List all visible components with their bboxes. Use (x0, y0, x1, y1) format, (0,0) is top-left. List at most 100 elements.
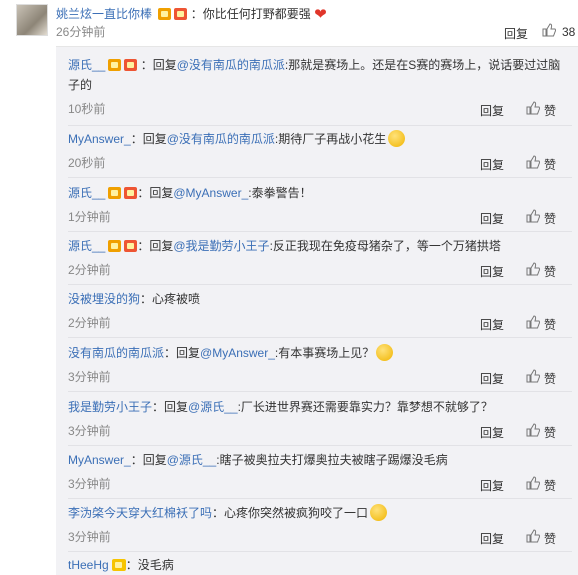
reply-time: 20秒前 (68, 156, 106, 170)
reply-text: :瞎子被奥拉夫打爆奥拉夫被瞎子踢爆没毛病 (216, 453, 448, 467)
reply-username[interactable]: 李沩棨今天穿大红棉袄了吗 (68, 506, 212, 520)
member-badge-icon (174, 8, 188, 20)
thumbs-up-icon (526, 155, 540, 169)
mention-link[interactable]: @源氏__ (188, 400, 238, 414)
like-label: 赞 (544, 479, 557, 493)
list-item: 没有南瓜的南瓜派：回复@MyAnswer_:有本事赛场上见？ 3分钟前 回复 赞 (68, 343, 572, 392)
mention-link[interactable]: @MyAnswer_ (173, 186, 248, 200)
smile-emoji-icon (376, 344, 394, 361)
reply-button[interactable]: 回复 (480, 530, 504, 547)
vip-badge-icon (108, 240, 122, 252)
reply-username[interactable]: 源氏__ (68, 239, 105, 253)
divider (68, 337, 572, 338)
reply-button[interactable]: 回复 (480, 102, 504, 119)
like-label: 赞 (544, 426, 557, 440)
member-badge-icon (124, 187, 138, 199)
list-item: 李沩棨今天穿大红棉袄了吗：心疼你突然被疯狗咬了一口 3分钟前 回复 赞 (68, 503, 572, 552)
list-item: tHeeHg ：没毛病 (68, 555, 572, 575)
reply-text: :反正我现在免疫母猪杂了，等一个万猪拱塔 (269, 239, 501, 253)
thumbs-up-icon (526, 369, 540, 383)
list-item: MyAnswer_：回复@源氏__:瞎子被奥拉夫打爆奥拉夫被瞎子踢爆没毛病 3分… (68, 450, 572, 499)
like-label: 赞 (544, 372, 557, 386)
like-button[interactable]: 赞 (526, 101, 556, 118)
reply-button[interactable]: 回复 (480, 370, 504, 387)
like-button[interactable]: 赞 (526, 155, 556, 172)
mention-link[interactable]: @我是勤劳小王子 (173, 239, 269, 253)
reply-text: :有本事赛场上见？ (274, 346, 375, 360)
reply-time: 2分钟前 (68, 263, 111, 277)
wealth-badge-icon (111, 559, 126, 571)
like-label: 赞 (544, 532, 557, 546)
smile-emoji-icon (370, 504, 388, 521)
reply-button[interactable]: 回复 (480, 477, 504, 494)
divider (68, 498, 572, 499)
comment-username[interactable]: 姚兰炫一直比你棒 (56, 7, 152, 21)
reply-prefix: ：回复 (164, 346, 201, 360)
comment-time: 26分钟前 (56, 25, 106, 39)
reply-username[interactable]: tHeeHg (68, 558, 109, 572)
reply-time: 1分钟前 (68, 210, 111, 224)
reply-button[interactable]: 回复 (480, 156, 504, 173)
reply-text: ：没毛病 (125, 558, 174, 572)
like-button[interactable]: 赞 (526, 369, 556, 386)
mention-link[interactable]: @源氏__ (167, 453, 217, 467)
reply-prefix: ：回复 (130, 453, 167, 467)
thumbs-up-icon (526, 209, 540, 223)
replies-panel: 源氏__ ：回复@没有南瓜的南瓜派:那就是赛场上。还是在S赛的赛场上，说话要过过… (56, 46, 578, 575)
reply-time: 2分钟前 (68, 316, 111, 330)
mention-link[interactable]: @没有南瓜的南瓜派 (177, 58, 285, 72)
avatar[interactable] (16, 4, 48, 36)
reply-username[interactable]: 我是勤劳小王子 (68, 400, 152, 414)
reply-button[interactable]: 回复 (480, 263, 504, 280)
thumbs-up-icon (526, 423, 540, 437)
comment-text: ：你比任何打野都要强 (190, 7, 311, 21)
list-item: 我是勤劳小王子：回复@源氏__:厂长进世界赛还需要靠实力？靠梦想不就够了？ 3分… (68, 397, 572, 446)
mention-link[interactable]: @没有南瓜的南瓜派 (167, 132, 275, 146)
divider (68, 551, 572, 552)
reply-time: 3分钟前 (68, 424, 111, 438)
thumbs-up-icon (526, 529, 540, 543)
reply-button[interactable]: 回复 (480, 316, 504, 333)
reply-username[interactable]: 源氏__ (68, 186, 105, 200)
member-badge-icon (124, 240, 138, 252)
member-badge-icon (124, 59, 138, 71)
list-item: 源氏__ ：回复@没有南瓜的南瓜派:那就是赛场上。还是在S赛的赛场上，说话要过过… (68, 55, 572, 126)
laugh-emoji-icon (388, 130, 406, 147)
divider (68, 125, 572, 126)
like-label: 赞 (544, 212, 557, 226)
like-button[interactable]: 赞 (526, 315, 556, 332)
divider (68, 177, 572, 178)
list-item: 源氏__ ：回复@MyAnswer_:泰拳警告！ 1分钟前 回复 赞 (68, 183, 572, 232)
vip-badge-icon (108, 59, 122, 71)
like-label: 赞 (544, 104, 557, 118)
divider (68, 231, 572, 232)
list-item: MyAnswer_：回复@没有南瓜的南瓜派:期待厂子再战小花生 20秒前 回复 … (68, 129, 572, 178)
like-button[interactable]: 赞 (526, 423, 556, 440)
thumbs-up-icon (526, 315, 540, 329)
like-label: 赞 (544, 158, 557, 172)
reply-prefix: ：回复 (137, 239, 174, 253)
reply-button[interactable]: 回复 (480, 210, 504, 227)
reply-username[interactable]: MyAnswer_ (68, 132, 131, 146)
like-count: 38 (562, 25, 576, 39)
like-button[interactable]: 38 (536, 22, 578, 40)
reply-username[interactable]: 没有南瓜的南瓜派 (68, 346, 164, 360)
reply-username[interactable]: 源氏__ (68, 58, 105, 72)
reply-time: 3分钟前 (68, 370, 111, 384)
like-button[interactable]: 赞 (526, 262, 556, 279)
reply-button[interactable]: 回复 (480, 424, 504, 441)
reply-button[interactable]: 回复 (504, 25, 528, 42)
like-button[interactable]: 赞 (526, 476, 556, 493)
like-button[interactable]: 赞 (526, 209, 556, 226)
thumbs-up-icon (526, 476, 540, 490)
reply-prefix: ：回复 (130, 132, 167, 146)
reply-text: :泰拳警告！ (248, 186, 312, 200)
mention-link[interactable]: @MyAnswer_ (200, 346, 275, 360)
like-button[interactable]: 赞 (526, 529, 556, 546)
reply-username[interactable]: 没被埋没的狗 (68, 292, 140, 306)
list-item: 源氏__ ：回复@我是勤劳小王子:反正我现在免疫母猪杂了，等一个万猪拱塔 2分钟前… (68, 236, 572, 285)
reply-time: 10秒前 (68, 102, 106, 116)
reply-username[interactable]: MyAnswer_ (68, 453, 131, 467)
reply-prefix: ：回复 (152, 400, 189, 414)
reply-text: ：心疼被喷 (140, 292, 201, 306)
